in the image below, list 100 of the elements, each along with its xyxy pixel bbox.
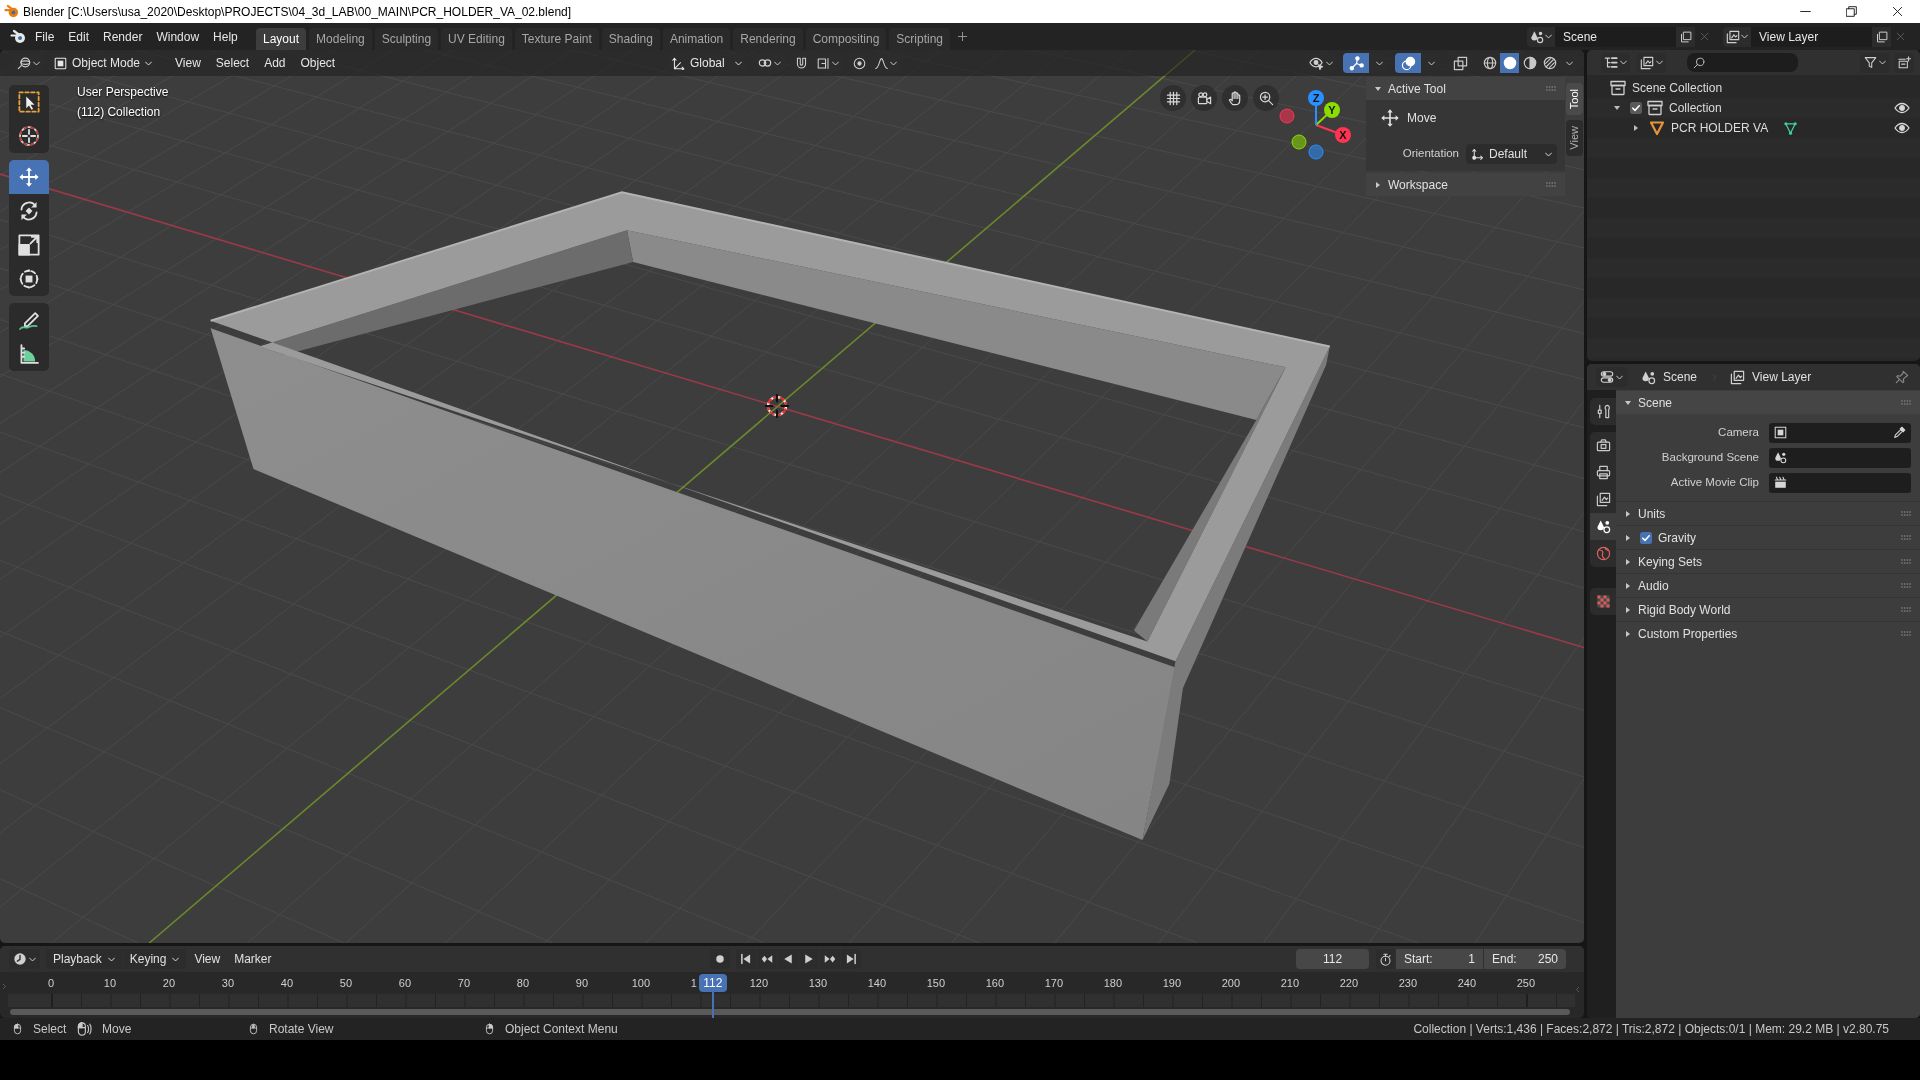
axis-handle[interactable]: Y: [1324, 102, 1340, 118]
overlays-toggle[interactable]: [1395, 53, 1421, 73]
zoom-view-button[interactable]: [1253, 85, 1279, 111]
restore-icon[interactable]: [1845, 6, 1857, 17]
play-button[interactable]: [799, 949, 819, 969]
duplicate-button[interactable]: [1676, 26, 1695, 47]
workspace-tab[interactable]: Layout: [256, 28, 307, 50]
workspace-tab[interactable]: UV Editing: [441, 28, 512, 50]
tree-item-label[interactable]: PCR HOLDER VA: [1671, 119, 1769, 137]
view-perspective-button[interactable]: [1160, 85, 1186, 111]
editor-type-button[interactable]: [1596, 367, 1627, 387]
menu-item[interactable]: Render: [96, 26, 150, 47]
movie-clip-field[interactable]: [1769, 472, 1911, 493]
disclosure-triangle-icon[interactable]: [1613, 104, 1621, 112]
start-frame-field[interactable]: Start: 1: [1396, 949, 1483, 969]
tool-button[interactable]: [9, 194, 49, 228]
stopwatch-button[interactable]: [1376, 949, 1395, 969]
camera-field[interactable]: [1769, 422, 1911, 443]
workspace-tab[interactable]: Texture Paint: [514, 28, 599, 50]
current-frame-field[interactable]: 112: [1296, 949, 1369, 969]
auto-keying-toggle[interactable]: [710, 949, 730, 969]
eyedropper-icon[interactable]: [1893, 426, 1906, 439]
view-layer-name-field[interactable]: View Layer: [1751, 26, 1872, 47]
workspace-tab[interactable]: Animation: [662, 28, 731, 50]
search-field[interactable]: [1687, 53, 1798, 72]
workspace-tab[interactable]: Compositing: [805, 28, 887, 50]
playhead-line[interactable]: [711, 992, 714, 1018]
sidebar-tab[interactable]: Tool: [1566, 83, 1583, 116]
drag-handle-icon[interactable]: [1901, 559, 1911, 564]
axis-handle[interactable]: X: [1335, 127, 1351, 143]
shading-mode-button[interactable]: [1500, 53, 1519, 73]
pin-icon[interactable]: [1895, 370, 1909, 384]
checkbox[interactable]: [1630, 102, 1642, 114]
scene-name-field[interactable]: Scene: [1555, 26, 1676, 47]
tree-item-label[interactable]: Scene Collection: [1632, 79, 1723, 97]
workspace-tab[interactable]: Rendering: [733, 28, 803, 50]
app-logo-icon[interactable]: [10, 28, 26, 45]
menu-item[interactable]: Edit: [61, 26, 97, 47]
menu-item[interactable]: Window: [149, 26, 207, 47]
tool-button[interactable]: [9, 303, 49, 337]
browse-dropdown[interactable]: [1527, 26, 1555, 47]
menu-dropdown[interactable]: Keying: [122, 949, 187, 969]
tool-button[interactable]: [9, 119, 49, 153]
jump-to-end-button[interactable]: [841, 949, 861, 969]
menu-item[interactable]: Marker: [228, 949, 278, 969]
panel-header[interactable]: Workspace: [1366, 173, 1565, 196]
tool-button[interactable]: [9, 262, 49, 296]
eye-icon[interactable]: [1894, 120, 1910, 136]
next-keyframe-button[interactable]: [820, 949, 840, 969]
drag-handle-icon[interactable]: [1546, 182, 1556, 187]
previous-keyframe-button[interactable]: [757, 949, 777, 969]
mode-dropdown[interactable]: Object Mode: [49, 53, 156, 73]
background-scene-field[interactable]: [1769, 447, 1911, 468]
panel-header[interactable]: Active Tool: [1366, 77, 1565, 100]
workspace-tab[interactable]: Shading: [601, 28, 660, 50]
editor-type-button[interactable]: [1601, 52, 1630, 73]
camera-view-button[interactable]: [1191, 85, 1217, 111]
jump-to-start-button[interactable]: [736, 949, 756, 969]
new-collection-button[interactable]: [1894, 52, 1914, 73]
properties-tab[interactable]: [1590, 513, 1616, 540]
mesh-data-icon[interactable]: [1783, 120, 1799, 136]
drag-handle-icon[interactable]: [1901, 583, 1911, 588]
pan-view-button[interactable]: [1222, 85, 1248, 111]
checkbox[interactable]: [1640, 531, 1652, 544]
drag-handle-icon[interactable]: [1546, 86, 1556, 91]
horizontal-scrollbar[interactable]: [10, 1009, 1570, 1015]
workspace-tab[interactable]: Modeling: [309, 28, 372, 50]
drag-handle-icon[interactable]: [1901, 535, 1911, 540]
panel-header[interactable]: Scene: [1616, 391, 1920, 414]
browse-dropdown[interactable]: [1723, 26, 1751, 47]
close-icon[interactable]: [1891, 6, 1903, 17]
disclosure-triangle-icon[interactable]: [1632, 124, 1640, 132]
current-frame-indicator[interactable]: 112: [698, 974, 727, 992]
drag-handle-icon[interactable]: [1901, 631, 1911, 636]
display-mode-dropdown[interactable]: [1637, 52, 1666, 73]
duplicate-button[interactable]: [1872, 26, 1891, 47]
drag-handle-icon[interactable]: [1901, 400, 1911, 405]
gizmo-toggle[interactable]: [1343, 53, 1369, 73]
orientation-dropdown[interactable]: Default: [1466, 144, 1557, 164]
tool-button[interactable]: [9, 85, 49, 119]
workspace-tab[interactable]: Sculpting: [374, 28, 439, 50]
menu-item[interactable]: File: [28, 26, 62, 47]
menu-item[interactable]: Help: [206, 26, 245, 47]
sidebar-tab[interactable]: View: [1566, 120, 1583, 156]
axis-handle[interactable]: Z: [1308, 90, 1324, 106]
eye-icon[interactable]: [1894, 100, 1910, 116]
shading-mode-button[interactable]: [1480, 53, 1499, 73]
menu-item[interactable]: View: [188, 949, 227, 969]
workspace-tab[interactable]: Scripting: [889, 28, 951, 50]
drag-handle-icon[interactable]: [1901, 607, 1911, 612]
tool-button[interactable]: [9, 337, 49, 371]
editor-type-button[interactable]: [9, 949, 40, 969]
shading-mode-button[interactable]: [1520, 53, 1539, 73]
filter-dropdown[interactable]: [1860, 52, 1889, 73]
menu-dropdown[interactable]: Playback: [46, 949, 122, 969]
tree-item-label[interactable]: Collection: [1669, 99, 1722, 117]
drag-handle-icon[interactable]: [1901, 511, 1911, 516]
plus-icon[interactable]: [957, 31, 969, 42]
play-reverse-button[interactable]: [778, 949, 798, 969]
end-frame-field[interactable]: End: 250: [1484, 949, 1566, 969]
